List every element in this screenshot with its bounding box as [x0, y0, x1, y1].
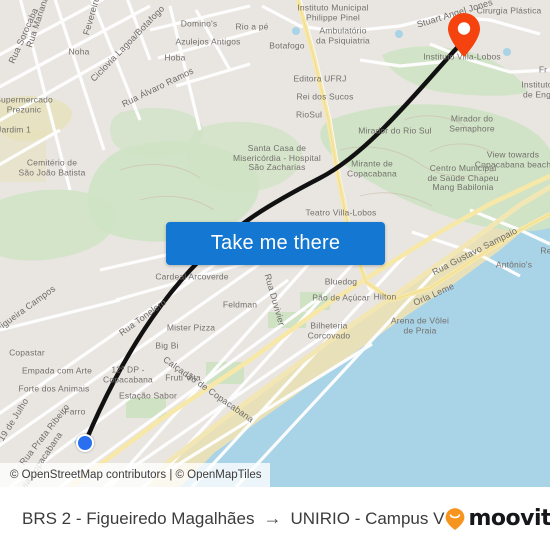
attribution-text: © OpenStreetMap contributors | © OpenMap… — [10, 469, 262, 481]
map-attribution[interactable]: © OpenStreetMap contributors | © OpenMap… — [0, 463, 270, 487]
origin-marker[interactable] — [76, 434, 94, 452]
map-canvas[interactable]: Rua Sorocaba Rua Mariana Fevereiro Ciclovia… — [0, 0, 550, 487]
take-me-there-button[interactable]: Take me there — [166, 222, 385, 265]
moovit-trip-screen: Rua Sorocaba Rua Mariana Fevereiro Ciclovia… — [0, 0, 550, 550]
moovit-wordmark: moovit — [468, 506, 550, 531]
arrow-right-icon: → — [263, 508, 282, 528]
trip-origin: BRS 2 - Figueiredo Magalhães — [22, 508, 255, 528]
moovit-pin-icon — [446, 507, 465, 530]
trip-summary-bar: BRS 2 - Figueiredo Magalhães → UNIRIO - … — [0, 487, 550, 550]
trip-title: BRS 2 - Figueiredo Magalhães → UNIRIO - … — [22, 508, 444, 529]
trip-destination: UNIRIO - Campus V — [290, 508, 445, 528]
moovit-logo[interactable]: moovit — [444, 506, 550, 531]
destination-marker[interactable] — [447, 12, 481, 58]
